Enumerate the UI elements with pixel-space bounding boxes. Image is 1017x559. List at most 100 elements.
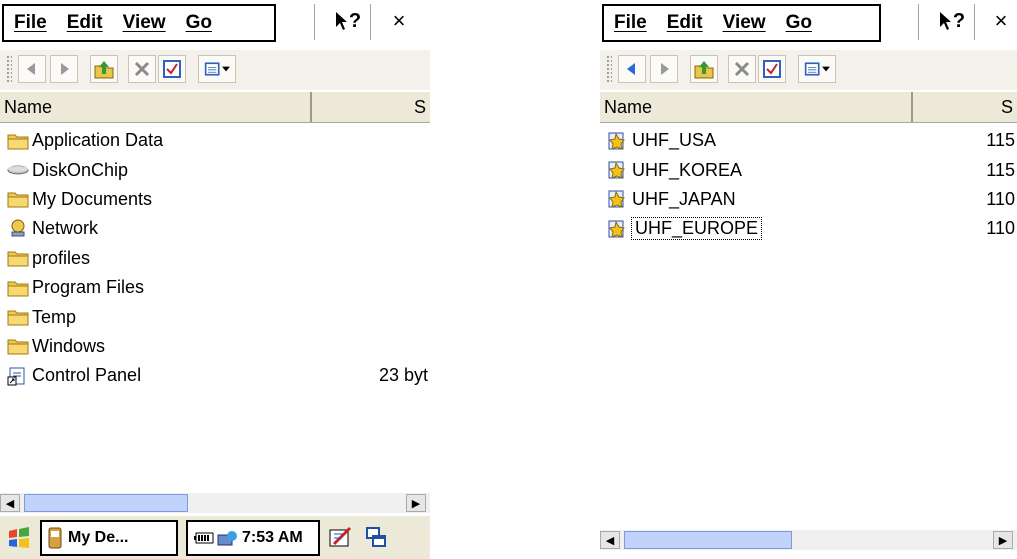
delete-button[interactable] [128,55,156,83]
item-label: profiles [32,247,91,268]
view-menu-button[interactable] [198,55,236,83]
list-header: Name S [600,92,1017,123]
view-list-icon [204,62,220,76]
menu-divider [314,4,315,40]
list-item[interactable]: Control Panel 23 byt [0,361,430,390]
windows-switcher-button[interactable] [362,523,392,553]
forward-button[interactable] [50,55,78,83]
menu-go[interactable]: Go [176,12,222,34]
file-list: UHF_USA 115 UHF_KOREA 115 UHF_JAPAN 110 … [600,126,1017,244]
cascade-windows-icon [366,527,386,547]
input-panel-button[interactable] [326,523,356,553]
toolbar [0,50,430,90]
menu-go[interactable]: Go [776,12,822,34]
list-header: Name S [0,92,430,123]
device-icon [48,527,62,549]
scroll-thumb[interactable] [624,531,792,549]
help-button[interactable]: ? [934,6,970,36]
back-button[interactable] [18,55,46,83]
list-item[interactable]: My Documents [0,185,430,214]
scroll-right-arrow-icon[interactable]: ▶ [993,531,1013,549]
scroll-left-arrow-icon[interactable]: ◀ [0,494,20,512]
menu-file[interactable]: File [4,12,57,34]
menu-edit[interactable]: Edit [57,12,113,34]
battery-icon[interactable] [194,532,214,544]
list-item[interactable]: UHF_KOREA 115 [600,155,1017,184]
item-label: Temp [32,306,77,327]
menu-divider [370,4,371,40]
pointer-icon [335,12,347,30]
delete-button[interactable] [728,55,756,83]
view-menu-button[interactable] [798,55,836,83]
column-header-name[interactable]: Name [0,92,312,122]
item-size: 23 byt [378,365,428,386]
folder-icon [6,188,30,210]
item-label: Control Panel [32,365,142,386]
delete-icon [134,61,150,77]
item-label: Windows [32,335,106,356]
column-header-size[interactable]: S [312,92,430,122]
connection-icon[interactable] [216,529,238,547]
forward-arrow-icon [661,63,669,75]
scroll-thumb[interactable] [24,494,188,512]
menu-bar: File Edit View Go ? × [0,0,430,42]
horizontal-scrollbar[interactable]: ◀ ▶ [0,493,430,513]
list-item[interactable]: Windows [0,332,430,361]
list-item[interactable]: UHF_USA 115 [600,126,1017,155]
scroll-right-arrow-icon[interactable]: ▶ [406,494,426,512]
menu-view[interactable]: View [713,12,776,34]
help-label: ? [348,9,362,32]
column-header-name[interactable]: Name [600,92,913,122]
pen-icon [329,526,352,547]
menu-box: File Edit View Go [2,4,276,42]
list-item[interactable]: Application Data [0,126,430,155]
menu-bar: File Edit View Go ? × [600,0,1017,42]
back-arrow-icon [27,63,35,75]
close-button[interactable]: × [984,6,1017,36]
forward-button[interactable] [650,55,678,83]
list-item[interactable]: Temp [0,302,430,331]
help-label: ? [952,9,966,32]
menu-edit[interactable]: Edit [657,12,713,34]
up-folder-button[interactable] [90,55,118,83]
taskbar-app-button[interactable]: My De... [40,520,178,556]
toolbar-grip[interactable] [6,55,12,83]
menu-view[interactable]: View [113,12,176,34]
folder-icon [6,247,30,269]
start-button[interactable] [2,521,36,555]
item-label: Application Data [32,130,164,151]
list-item[interactable]: Program Files [0,273,430,302]
close-button[interactable]: × [382,6,416,36]
back-button[interactable] [618,55,646,83]
settings-file-icon [606,159,630,181]
menu-file[interactable]: File [604,12,657,34]
delete-icon [734,61,750,77]
toolbar-grip[interactable] [606,55,612,83]
item-label: UHF_EUROPE [630,217,763,241]
up-folder-button[interactable] [690,55,718,83]
item-label: DiskOnChip [32,159,129,180]
horizontal-scrollbar[interactable]: ◀ ▶ [600,530,1017,550]
clock[interactable]: 7:53 AM [242,529,303,547]
list-item[interactable]: Network [0,214,430,243]
item-label: My Documents [32,188,153,209]
item-label: UHF_JAPAN [632,188,736,209]
scroll-left-arrow-icon[interactable]: ◀ [600,531,620,549]
properties-button[interactable] [758,55,786,83]
up-folder-icon [94,61,114,79]
help-button[interactable]: ? [330,6,366,36]
taskbar-app-label: My De... [68,529,129,546]
list-item[interactable]: UHF_JAPAN 110 [600,185,1017,214]
file-explorer-window-uhf: File Edit View Go ? × Name S UHF_USA 115… [600,0,1017,559]
folder-icon [6,306,30,328]
column-header-size[interactable]: S [913,92,1017,122]
list-item[interactable]: profiles [0,244,430,273]
settings-file-icon [606,188,630,210]
item-label: Network [32,218,99,239]
list-item[interactable]: DiskOnChip [0,155,430,184]
properties-button[interactable] [158,55,186,83]
list-item-selected[interactable]: UHF_EUROPE 110 [600,214,1017,243]
item-label: UHF_USA [632,130,717,151]
settings-file-icon [606,130,630,152]
dropdown-arrow-icon [822,66,830,72]
